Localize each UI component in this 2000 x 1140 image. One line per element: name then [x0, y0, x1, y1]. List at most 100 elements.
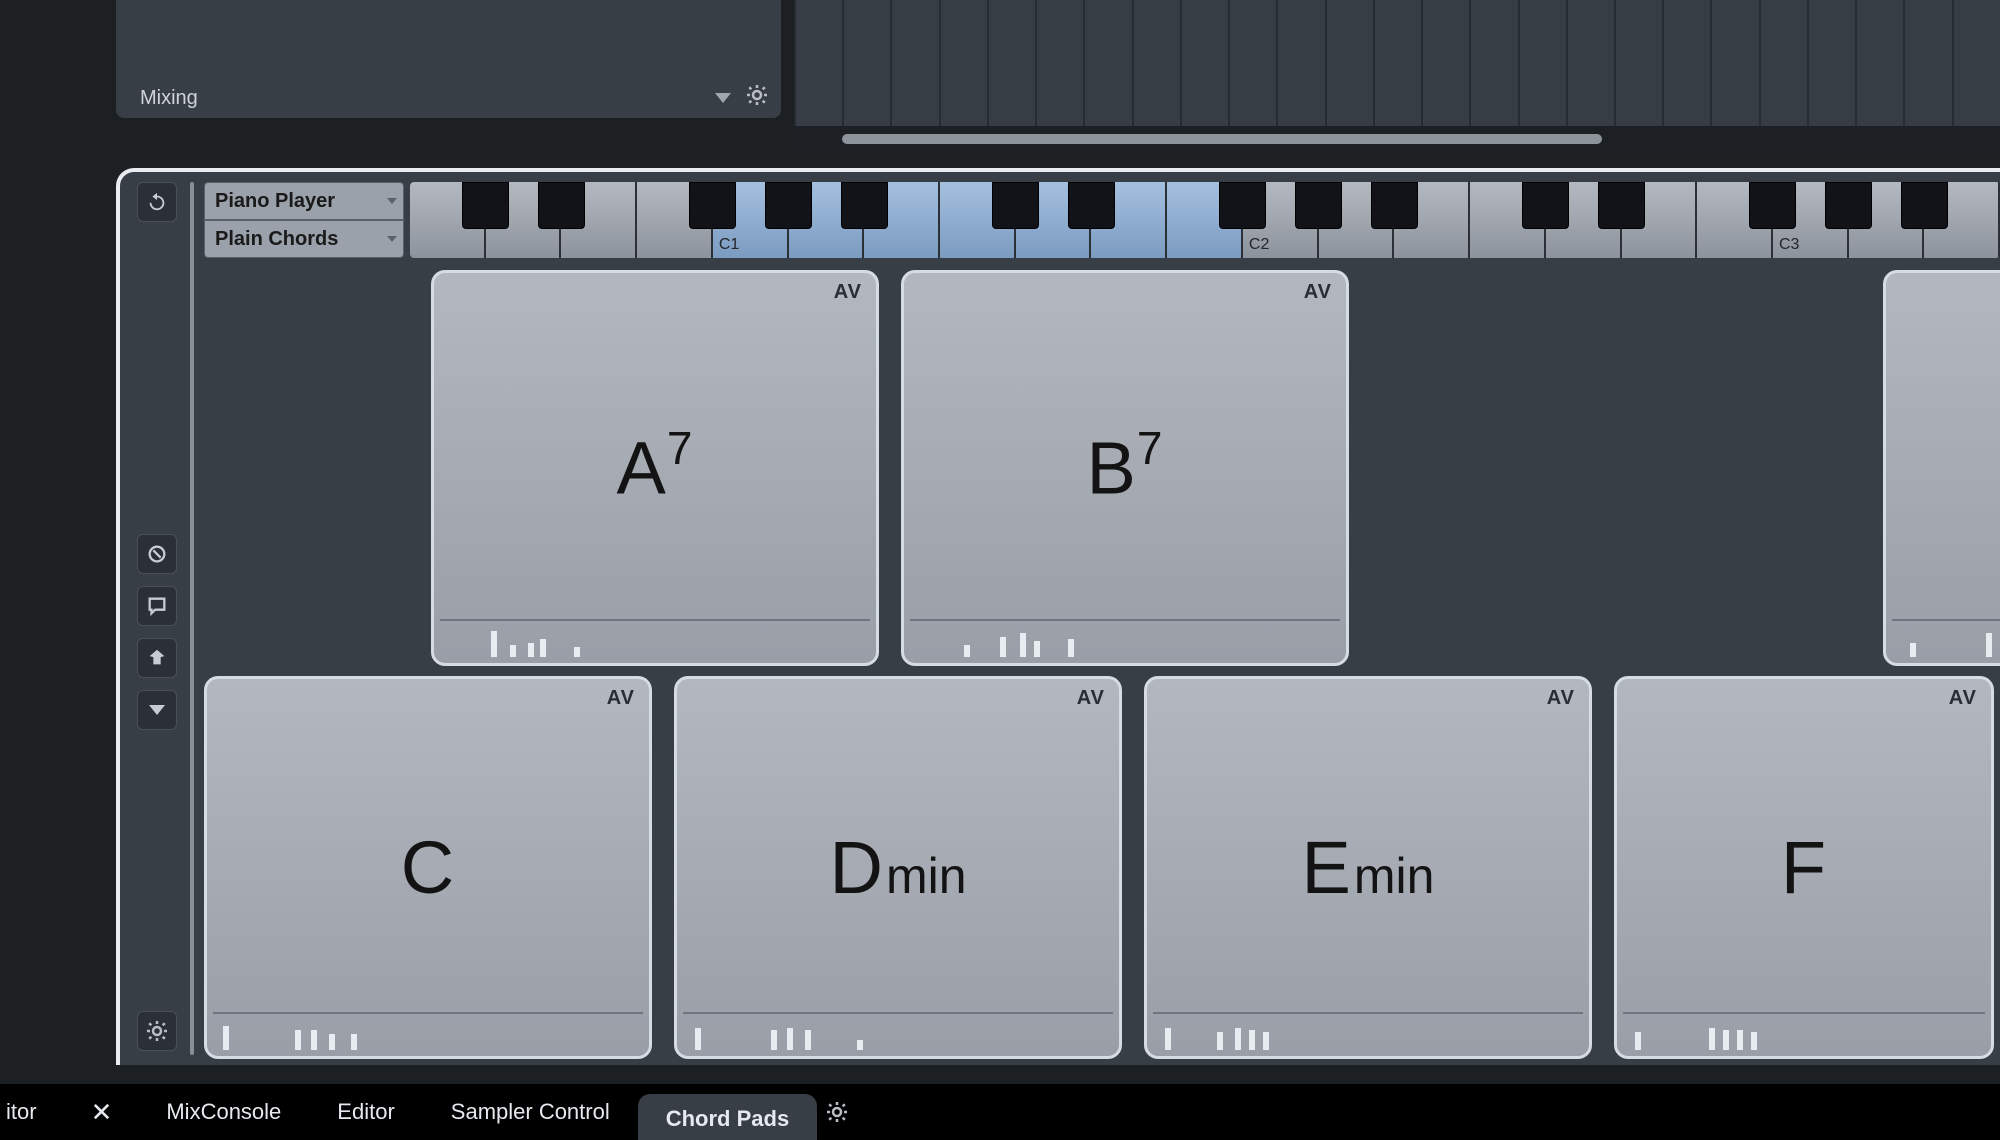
voicing-indicator: [689, 1018, 949, 1050]
chord-pad[interactable]: AV B7: [901, 270, 1349, 666]
style-dropdown[interactable]: Plain Chords: [204, 220, 404, 258]
upper-panel: Mixing: [116, 0, 781, 118]
lower-zone-tab[interactable]: MixConsole: [138, 1084, 309, 1140]
piano-black-key[interactable]: [538, 182, 585, 229]
comment-button[interactable]: [137, 586, 177, 626]
chord-pad[interactable]: AVEmin: [1144, 676, 1592, 1059]
timeline-cell[interactable]: [1759, 0, 1807, 126]
chevron-down-icon: [387, 236, 397, 242]
timeline-scrollbar-track[interactable]: [794, 128, 2000, 148]
timeline-cell[interactable]: [1373, 0, 1421, 126]
edit-button[interactable]: [137, 534, 177, 574]
timeline-cell[interactable]: [1710, 0, 1758, 126]
timeline-cell[interactable]: [1083, 0, 1131, 126]
pad-badge: AV: [1949, 687, 1977, 710]
timeline-cell[interactable]: [1518, 0, 1566, 126]
timeline-lanes[interactable]: [794, 0, 2000, 126]
player-settings-column: Piano Player Plain Chords: [204, 182, 404, 258]
pad-badge: AV: [1304, 281, 1332, 304]
chord-pad-grid: AVA7AVB7 AVCAVDminAVEminAVF: [204, 270, 2000, 1065]
chord-label: C: [401, 825, 455, 910]
timeline-cell[interactable]: [1952, 0, 2000, 126]
pad-badge: AV: [1547, 687, 1575, 710]
pad-divider: [213, 1012, 643, 1014]
vertical-separator[interactable]: [190, 182, 194, 1055]
piano-black-key[interactable]: [1068, 182, 1115, 229]
piano-black-key[interactable]: [1901, 182, 1948, 229]
piano-black-key[interactable]: [1598, 182, 1645, 229]
timeline-cell[interactable]: [1035, 0, 1083, 126]
expand-down-button[interactable]: [137, 690, 177, 730]
pad-badge: AV: [1077, 687, 1105, 710]
lower-zone-tab[interactable]: Editor: [309, 1084, 422, 1140]
player-dropdown-label: Piano Player: [215, 190, 335, 213]
style-dropdown-label: Plain Chords: [215, 228, 338, 251]
timeline-cell[interactable]: [842, 0, 890, 126]
piano-key-label: C1: [719, 236, 739, 254]
timeline-cell[interactable]: [890, 0, 938, 126]
gear-icon[interactable]: [825, 1100, 849, 1124]
reset-button[interactable]: [137, 182, 177, 222]
piano-black-key[interactable]: [1371, 182, 1418, 229]
piano-black-key[interactable]: [1219, 182, 1266, 229]
timeline-cell[interactable]: [1807, 0, 1855, 126]
timeline-cell[interactable]: [1903, 0, 1951, 126]
piano-keyboard[interactable]: C1C2C3: [410, 182, 2000, 258]
timeline-cell[interactable]: [1132, 0, 1180, 126]
timeline-cell[interactable]: [1855, 0, 1903, 126]
chevron-down-icon[interactable]: [715, 93, 731, 103]
piano-black-key[interactable]: [1295, 182, 1342, 229]
timeline-scrollbar-thumb[interactable]: [842, 134, 1602, 144]
piano-black-key[interactable]: [765, 182, 812, 229]
timeline-cell[interactable]: [1614, 0, 1662, 126]
timeline-cell[interactable]: [1662, 0, 1710, 126]
tab-partial[interactable]: itor: [0, 1084, 65, 1140]
pad-badge: AV: [834, 281, 862, 304]
chord-pad[interactable]: AV F: [1614, 676, 1994, 1059]
voicing-indicator: [1159, 1018, 1419, 1050]
piano-key-label: C2: [1249, 236, 1269, 254]
chord-label: A7: [617, 425, 694, 511]
piano-black-key[interactable]: [1749, 182, 1796, 229]
timeline-cell[interactable]: [1421, 0, 1469, 126]
timeline-cell[interactable]: [987, 0, 1035, 126]
voicing-indicator: [219, 1018, 479, 1050]
piano-black-key[interactable]: [841, 182, 888, 229]
voicing-button[interactable]: [137, 638, 177, 678]
left-tool-rail: [132, 182, 182, 1065]
lower-zone-tab[interactable]: Sampler Control: [423, 1084, 638, 1140]
chord-pad[interactable]: [1883, 270, 2000, 666]
chevron-down-icon: [387, 198, 397, 204]
timeline-cell[interactable]: [1180, 0, 1228, 126]
chord-pad[interactable]: AV A7: [431, 270, 879, 666]
piano-black-key[interactable]: [689, 182, 736, 229]
close-icon[interactable]: ✕: [65, 1097, 139, 1128]
piano-black-key[interactable]: [992, 182, 1039, 229]
pad-divider: [683, 1012, 1113, 1014]
lower-zone-tab[interactable]: Chord Pads: [638, 1094, 817, 1140]
settings-button[interactable]: [137, 1011, 177, 1051]
piano-black-key[interactable]: [1825, 182, 1872, 229]
pad-divider: [910, 619, 1340, 621]
chord-pad[interactable]: AVC: [204, 676, 652, 1059]
timeline-cell[interactable]: [794, 0, 842, 126]
timeline-cell[interactable]: [939, 0, 987, 126]
timeline-cell[interactable]: [1228, 0, 1276, 126]
timeline-cell[interactable]: [1276, 0, 1324, 126]
piano-black-key[interactable]: [1522, 182, 1569, 229]
piano-black-key[interactable]: [462, 182, 509, 229]
player-dropdown[interactable]: Piano Player: [204, 182, 404, 220]
chord-label: B7: [1087, 425, 1164, 511]
voicing-indicator: [1629, 1018, 1889, 1050]
pad-divider: [1623, 1012, 1985, 1014]
timeline-cell[interactable]: [1469, 0, 1517, 126]
voicing-indicator: [1898, 625, 2000, 657]
timeline-cell[interactable]: [1566, 0, 1614, 126]
timeline-cell[interactable]: [1325, 0, 1373, 126]
chord-pads-zone: Piano Player Plain Chords C1C2C3 AVA7AVB…: [116, 168, 2000, 1065]
gear-icon[interactable]: [745, 83, 769, 113]
chord-pad-header: Piano Player Plain Chords C1C2C3: [204, 182, 2000, 258]
lower-zone-tab-bar: itor ✕ MixConsoleEditorSampler ControlCh…: [0, 1084, 2000, 1140]
chord-pad[interactable]: AVDmin: [674, 676, 1122, 1059]
chord-label: F: [1781, 825, 1827, 910]
